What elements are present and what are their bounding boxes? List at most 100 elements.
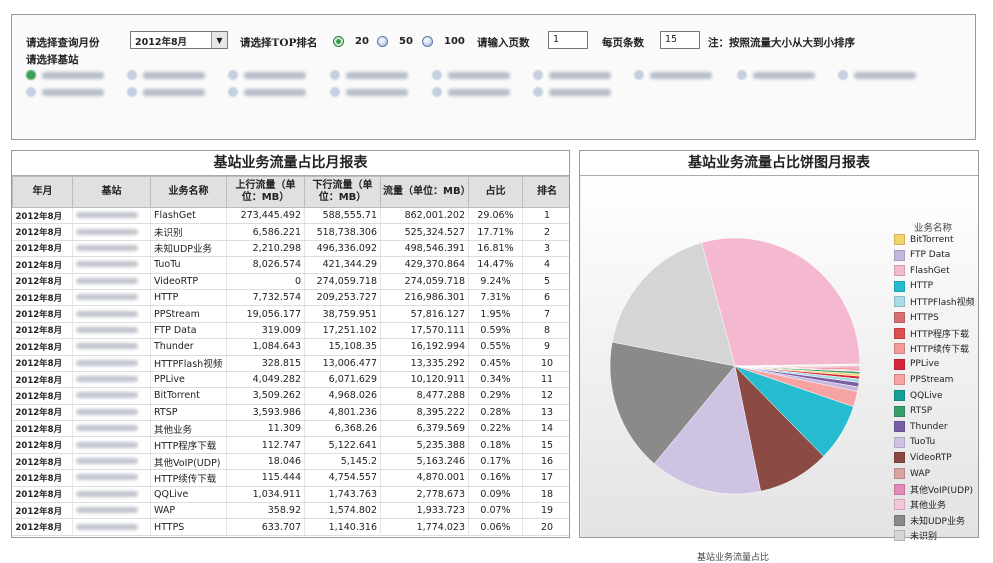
cell-share: 0.45% <box>468 355 523 372</box>
col-header-station[interactable]: 基站 <box>72 176 151 208</box>
col-header-traffic[interactable]: 流量（单位：MB） <box>380 176 471 208</box>
station-checkbox-item[interactable] <box>228 69 306 81</box>
station-id-redacted <box>76 458 138 465</box>
station-id-redacted <box>76 277 138 284</box>
cell-service: 其他VoIP(UDP) <box>150 453 227 471</box>
cell-station <box>72 436 151 454</box>
cell-rank: 3 <box>522 240 569 258</box>
cell-station <box>72 355 151 372</box>
table-header-row: 年月 基站 业务名称 上行流量（单位：MB） 下行流量（单位：MB） 流量（单位… <box>12 176 569 208</box>
station-id-redacted <box>76 326 138 333</box>
cell-download: 4,968.026 <box>304 387 381 405</box>
legend-swatch <box>894 249 905 261</box>
station-checkbox[interactable] <box>432 70 442 80</box>
station-id-redacted <box>76 261 138 268</box>
station-id-redacted <box>76 310 138 317</box>
station-checkbox[interactable] <box>737 70 747 80</box>
legend-label: 未识别 <box>910 532 938 543</box>
station-checkbox[interactable] <box>838 70 848 80</box>
station-checkbox[interactable] <box>330 70 340 80</box>
legend-title: 业务名称 <box>914 223 953 234</box>
station-id-redacted <box>549 88 611 96</box>
table-row: 2012年8月 其他VoIP(UDP) 18.046 5,145.2 5,163.246… <box>12 453 569 471</box>
station-checkbox-item[interactable] <box>26 69 104 81</box>
table-row: 2012年8月 Thunder 1,084.643 15,108.35 16,192.9… <box>12 338 569 356</box>
top-radio-50[interactable] <box>377 36 388 47</box>
top-radio-20[interactable] <box>333 36 344 47</box>
page-size-input[interactable]: 15 <box>660 31 700 49</box>
station-checkbox[interactable] <box>533 87 543 97</box>
legend-item: PPLive <box>894 358 940 370</box>
page-label: 请输入页数 <box>477 37 530 49</box>
cell-download: 518,738.306 <box>304 223 381 241</box>
station-id-redacted <box>143 88 205 96</box>
station-checkbox-item[interactable] <box>330 86 408 98</box>
cell-traffic: 16,192.994 <box>380 338 469 356</box>
cell-upload: 1,084.643 <box>226 338 305 356</box>
station-checkbox-item[interactable] <box>838 69 916 81</box>
cell-rank: 4 <box>522 256 569 274</box>
cell-month: 2012年8月 <box>12 322 73 340</box>
col-header-service[interactable]: 业务名称 <box>150 176 227 208</box>
legend-label: QQLive <box>910 390 943 401</box>
cell-month: 2012年8月 <box>12 436 73 454</box>
station-checkbox-item[interactable] <box>127 86 205 98</box>
col-header-download[interactable]: 下行流量（单位：MB） <box>304 176 381 208</box>
cell-month: 2012年8月 <box>12 404 73 422</box>
legend-label: HTTPS <box>910 312 939 323</box>
month-label: 请选择查询月份 <box>26 37 100 49</box>
station-checkbox-item[interactable] <box>127 69 205 81</box>
legend-item: 其他业务 <box>894 499 946 511</box>
station-checkbox-item[interactable] <box>533 86 611 98</box>
station-checkbox[interactable] <box>634 70 644 80</box>
col-header-share[interactable]: 占比 <box>468 176 523 208</box>
station-checkbox-item[interactable] <box>432 86 510 98</box>
col-header-rank[interactable]: 排名 <box>522 176 569 208</box>
cell-rank: 5 <box>522 273 569 290</box>
cell-download: 1,574.802 <box>304 502 381 520</box>
table-body: 2012年8月 FlashGet 273,445.492 588,555.71 862,… <box>12 207 569 536</box>
station-checkbox-item[interactable] <box>634 69 712 81</box>
station-checkbox-item[interactable] <box>533 69 611 81</box>
station-checkbox-item[interactable] <box>330 69 408 81</box>
station-id-redacted <box>76 359 138 366</box>
legend-item: 未知UDP业务 <box>894 514 965 527</box>
station-checkbox[interactable] <box>432 87 442 97</box>
cell-share: 0.29% <box>468 387 523 405</box>
page-input[interactable]: 1 <box>548 31 588 49</box>
station-checkbox-item[interactable] <box>432 69 510 81</box>
cell-download: 209,253.727 <box>304 289 381 307</box>
station-checkbox[interactable] <box>26 70 36 80</box>
col-header-upload[interactable]: 上行流量（单位：MB） <box>226 176 305 208</box>
station-checkbox[interactable] <box>127 87 137 97</box>
station-checkbox[interactable] <box>127 70 137 80</box>
col-header-month[interactable]: 年月 <box>12 176 73 208</box>
station-checkbox[interactable] <box>533 70 543 80</box>
cell-station <box>72 338 151 356</box>
cell-rank: 12 <box>522 387 569 405</box>
chevron-down-icon[interactable]: ▼ <box>211 32 227 48</box>
cell-download: 1,743.763 <box>304 486 381 504</box>
month-select[interactable]: 2012年8月 ▼ <box>130 31 228 49</box>
cell-download: 4,754.557 <box>304 469 381 487</box>
station-checkbox[interactable] <box>228 87 238 97</box>
station-checkbox[interactable] <box>330 87 340 97</box>
table-title: 基站业务流量占比月报表 <box>12 151 569 176</box>
station-id-redacted <box>143 71 205 79</box>
sort-note: 注：按照流量大小从大到小排序 <box>708 37 855 49</box>
top-radio-100[interactable] <box>422 36 433 47</box>
station-checkbox-item[interactable] <box>26 86 104 98</box>
station-checkbox-item[interactable] <box>737 69 815 81</box>
station-id-redacted <box>42 71 104 79</box>
cell-traffic: 2,778.673 <box>380 486 469 504</box>
cell-upload: 4,049.282 <box>226 371 305 389</box>
station-checkbox[interactable] <box>26 87 36 97</box>
legend-swatch <box>894 343 905 355</box>
station-checkbox[interactable] <box>228 70 238 80</box>
cell-service: RTSP <box>150 404 227 422</box>
table-row: 2012年8月 QQLive 1,034.911 1,743.763 2,778.673… <box>12 486 569 504</box>
cell-station <box>72 387 151 405</box>
station-checkbox-item[interactable] <box>228 86 306 98</box>
cell-traffic: 8,477.288 <box>380 387 469 405</box>
legend-label: PPLive <box>910 359 940 370</box>
